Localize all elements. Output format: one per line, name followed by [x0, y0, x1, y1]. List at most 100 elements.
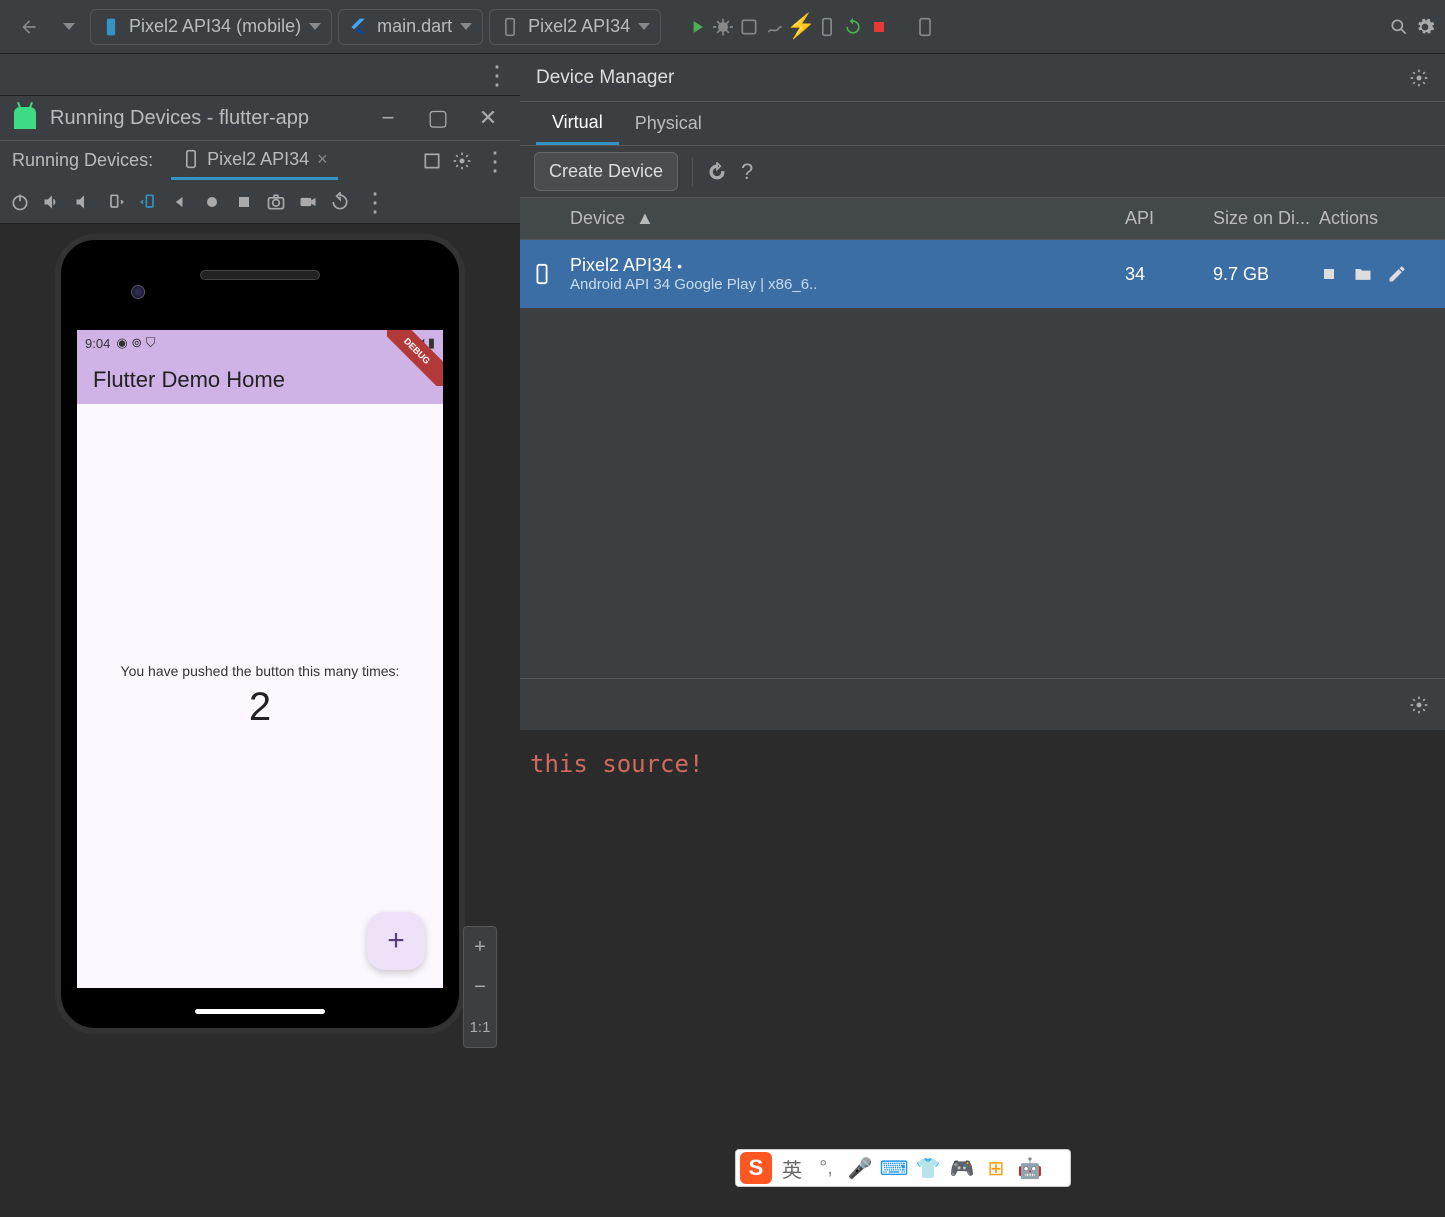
gear-icon[interactable]	[1409, 68, 1429, 88]
device-row[interactable]: Pixel2 API34 • Android API 34 Google Pla…	[520, 240, 1445, 308]
help-icon[interactable]: ?	[741, 159, 753, 185]
device-name: Pixel2 API34	[570, 255, 672, 275]
profiler-icon[interactable]	[765, 17, 785, 37]
close-tab-icon[interactable]: ×	[317, 149, 328, 170]
folder-icon[interactable]	[1353, 264, 1373, 284]
window-mode-icon[interactable]	[422, 151, 442, 171]
run-config-label: main.dart	[377, 16, 452, 37]
device-api: 34	[1125, 264, 1213, 285]
main-toolbar: Pixel2 API34 (mobile) main.dart Pixel2 A…	[0, 0, 1445, 54]
device-manager-toolbar: Create Device ?	[520, 146, 1445, 198]
zoom-controls: + − 1:1	[463, 926, 497, 1048]
device-size: 9.7 GB	[1213, 264, 1319, 285]
col-api[interactable]: API	[1125, 208, 1213, 229]
chevron-down-icon	[460, 23, 472, 30]
phone-screen[interactable]: 9:04 ◉ ⊚ ⛉ ◢ ▮ Flutter Demo Home DEBUG Y…	[77, 330, 443, 988]
debug-icon[interactable]	[713, 17, 733, 37]
zoom-in[interactable]: +	[464, 927, 496, 967]
nav-dropdown[interactable]	[54, 10, 84, 44]
phone-frame: 9:04 ◉ ⊚ ⛉ ◢ ▮ Flutter Demo Home DEBUG Y…	[55, 234, 465, 1034]
robot-icon[interactable]: 🤖	[1016, 1154, 1044, 1182]
target-selector[interactable]: Pixel2 API34	[489, 9, 661, 45]
status-time: 9:04	[85, 336, 110, 351]
device-selector[interactable]: Pixel2 API34 (mobile)	[90, 9, 332, 45]
ime-toolbar[interactable]: S 英 °, 🎤 ⌨ 👕 🎮 ⊞ 🤖	[735, 1149, 1071, 1187]
stop-icon[interactable]	[869, 17, 889, 37]
zoom-fit[interactable]: 1:1	[464, 1007, 496, 1047]
device-manager-icon[interactable]	[915, 17, 935, 37]
device-manager-header: Device Manager	[520, 54, 1445, 102]
game-icon[interactable]: 🎮	[948, 1154, 976, 1182]
more-icon[interactable]: ⋮	[482, 148, 508, 174]
lang-indicator[interactable]: 英	[778, 1154, 806, 1182]
bottom-settings-row	[520, 678, 1445, 730]
sogou-icon[interactable]: S	[740, 1152, 772, 1184]
app-body: You have pushed the button this many tim…	[77, 404, 443, 988]
counter-text: 2	[249, 685, 271, 730]
options-strip: ⋮	[0, 54, 520, 96]
refresh-icon[interactable]	[707, 162, 727, 182]
body-text: You have pushed the button this many tim…	[121, 663, 400, 679]
device-table-header: Device ▲ API Size on Di... Actions	[520, 198, 1445, 240]
zoom-out[interactable]: −	[464, 967, 496, 1007]
close-button[interactable]: ✕	[470, 100, 506, 136]
mic-icon[interactable]: 🎤	[846, 1154, 874, 1182]
nav-back-button[interactable]	[10, 10, 48, 44]
coverage-icon[interactable]	[739, 17, 759, 37]
rotate-right-icon[interactable]	[138, 192, 158, 212]
phone-icon	[181, 149, 201, 169]
target-label: Pixel2 API34	[528, 16, 630, 37]
run-icon[interactable]	[687, 17, 707, 37]
col-actions[interactable]: Actions	[1319, 208, 1445, 229]
chevron-down-icon	[638, 23, 650, 30]
home-icon[interactable]	[202, 192, 222, 212]
maximize-button[interactable]: ▢	[420, 100, 456, 136]
device-tab[interactable]: Pixel2 API34 ×	[171, 141, 338, 180]
more-icon[interactable]: ⋮	[484, 62, 510, 88]
gear-icon[interactable]	[1409, 695, 1429, 715]
col-size[interactable]: Size on Di...	[1213, 208, 1319, 229]
rotate-left-icon[interactable]	[106, 192, 126, 212]
gear-icon[interactable]	[452, 151, 472, 171]
console-output: this source!	[520, 730, 1445, 1217]
phone-icon	[500, 17, 520, 37]
tab-physical[interactable]: Physical	[619, 102, 718, 145]
col-device[interactable]: Device ▲	[564, 208, 1125, 229]
grid-icon[interactable]: ⊞	[982, 1154, 1010, 1182]
console-text: this source!	[530, 750, 703, 778]
volume-down-icon[interactable]	[74, 192, 94, 212]
back-icon[interactable]	[170, 192, 190, 212]
device-manager-title: Device Manager	[536, 67, 1409, 89]
overview-icon[interactable]	[234, 192, 254, 212]
phone-camera	[131, 285, 145, 299]
keyboard-icon[interactable]: ⌨	[880, 1154, 908, 1182]
hot-reload-icon[interactable]: ⚡	[791, 17, 811, 37]
symbol-icon[interactable]: °,	[812, 1154, 840, 1182]
chevron-down-icon	[309, 23, 321, 30]
tab-virtual[interactable]: Virtual	[536, 102, 619, 145]
minimize-button[interactable]: −	[370, 100, 406, 136]
create-device-button[interactable]: Create Device	[534, 152, 678, 191]
reload-icon[interactable]	[330, 192, 350, 212]
fab-add[interactable]: +	[367, 912, 425, 970]
stop-action-icon[interactable]	[1319, 264, 1339, 284]
device-manager-tabs: Virtual Physical	[520, 102, 1445, 146]
phone-icon	[101, 17, 121, 37]
device-selector-label: Pixel2 API34 (mobile)	[129, 16, 301, 37]
edit-icon[interactable]	[1387, 264, 1407, 284]
hot-restart-icon[interactable]	[843, 17, 863, 37]
running-devices-header: Running Devices - flutter-app − ▢ ✕	[0, 96, 520, 140]
record-icon[interactable]	[298, 192, 318, 212]
settings-icon[interactable]	[1415, 17, 1435, 37]
phone-speaker	[200, 270, 320, 280]
app-title: Flutter Demo Home	[93, 367, 285, 393]
screenshot-icon[interactable]	[266, 192, 286, 212]
search-icon[interactable]	[1389, 17, 1409, 37]
run-config-selector[interactable]: main.dart	[338, 9, 483, 45]
more-icon[interactable]: ⋮	[362, 189, 388, 215]
flutter-attach-icon[interactable]	[817, 17, 837, 37]
volume-up-icon[interactable]	[42, 192, 62, 212]
window-title: Running Devices - flutter-app	[50, 107, 356, 130]
nav-bar	[195, 1009, 325, 1014]
tshirt-icon[interactable]: 👕	[914, 1154, 942, 1182]
